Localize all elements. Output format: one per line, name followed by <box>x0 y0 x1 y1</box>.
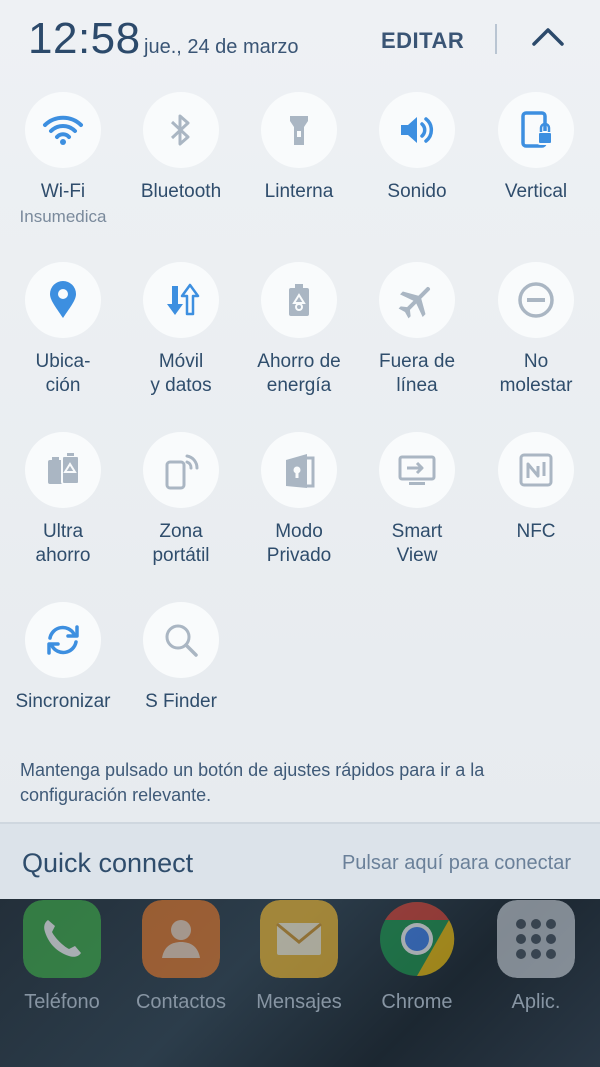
tile-rotation[interactable]: Vertical <box>477 92 595 204</box>
dock-app-label: Contactos <box>135 991 227 1013</box>
dock-app-contacts[interactable]: Contactos <box>122 900 240 1014</box>
tile-label: Bluetooth <box>140 181 222 202</box>
tile-wifi[interactable]: Wi-Fi Insumedica <box>4 92 122 227</box>
tile-label: Linterna <box>264 181 334 202</box>
quick-settings-panel: 12:58 jue., 24 de marzo EDITAR Wi-Fi Ins… <box>0 0 600 822</box>
tile-ultra-power-saving[interactable]: Ultra ahorro <box>4 432 122 568</box>
tile-label: Sonido <box>387 181 447 202</box>
tile-label: Smart View <box>391 521 443 566</box>
phone-icon <box>23 900 101 978</box>
tile-airplane[interactable]: Fuera de línea <box>358 262 476 398</box>
dock-app-label: Aplic. <box>511 991 561 1013</box>
tile-label: Ahorro de energía <box>257 351 341 396</box>
tile-label: Ubica- ción <box>35 351 91 396</box>
tile-bluetooth[interactable]: Bluetooth <box>122 92 240 204</box>
quick-connect-action[interactable]: Pulsar aquí para conectar <box>342 852 571 875</box>
hotspot-icon <box>165 454 199 490</box>
tile-label: Modo Privado <box>266 521 332 566</box>
chrome-icon <box>380 901 455 977</box>
ultra-power-saving-icon <box>48 453 80 485</box>
tile-label: NFC <box>516 521 556 542</box>
mobile-data-icon <box>167 283 200 316</box>
nfc-icon <box>519 453 553 487</box>
collapse-chevron-icon[interactable] <box>528 22 568 54</box>
tile-label: Wi-Fi <box>40 181 86 202</box>
edit-button[interactable]: EDITAR <box>381 28 464 54</box>
do-not-disturb-icon <box>518 282 554 318</box>
tile-smart-view[interactable]: Smart View <box>358 432 476 568</box>
tile-label: Ultra ahorro <box>35 521 91 566</box>
quick-connect-title: Quick connect <box>22 848 194 878</box>
tile-s-finder[interactable]: S Finder <box>122 602 240 714</box>
flashlight-icon <box>290 116 308 145</box>
tile-sound[interactable]: Sonido <box>358 92 476 204</box>
tile-flashlight[interactable]: Linterna <box>240 92 358 204</box>
tile-do-not-disturb[interactable]: No molestar <box>477 262 595 398</box>
apps-icon <box>497 900 575 978</box>
tile-label: Móvil y datos <box>150 351 212 396</box>
wifi-network-name: Insumedica <box>19 207 107 226</box>
tile-hotspot[interactable]: Zona portátil <box>122 432 240 568</box>
tile-power-saving[interactable]: Ahorro de energía <box>240 262 358 398</box>
tile-label: Sincronizar <box>15 691 111 712</box>
clock: 12:58 <box>28 14 141 63</box>
tile-label: Fuera de línea <box>378 351 456 396</box>
date-label: jue., 24 de marzo <box>144 36 299 58</box>
tile-mobile-data[interactable]: Móvil y datos <box>122 262 240 398</box>
contacts-icon <box>142 900 220 978</box>
tile-label: No molestar <box>499 351 573 396</box>
tile-nfc[interactable]: NFC <box>477 432 595 544</box>
tile-label: Zona portátil <box>152 521 210 566</box>
wifi-icon <box>43 115 83 145</box>
dock-app-label: Chrome <box>381 991 453 1013</box>
rotation-lock-icon <box>521 111 553 148</box>
dock-app-messages[interactable]: Mensajes <box>240 900 358 1014</box>
dock-app-label: Mensajes <box>256 991 342 1013</box>
sync-icon <box>47 625 79 655</box>
smart-view-icon <box>398 455 436 485</box>
private-mode-icon <box>286 454 315 488</box>
tile-label: Vertical <box>504 181 568 202</box>
tile-sync[interactable]: Sincronizar <box>4 602 122 714</box>
dock-app-label: Teléfono <box>24 991 100 1013</box>
dock-app-chrome[interactable]: Chrome <box>358 900 476 1014</box>
location-icon <box>50 281 76 318</box>
status-header: 12:58 jue., 24 de marzo EDITAR <box>0 0 600 80</box>
power-saving-icon <box>289 284 309 316</box>
tile-label: S Finder <box>145 691 217 712</box>
airplane-icon <box>398 286 431 319</box>
header-divider <box>495 24 497 54</box>
bluetooth-icon <box>170 114 190 146</box>
sound-icon <box>401 117 434 143</box>
tile-location[interactable]: Ubica- ción <box>4 262 122 398</box>
quick-connect-bar[interactable]: Quick connect Pulsar aquí para conectar <box>0 822 600 901</box>
tile-private-mode[interactable]: Modo Privado <box>240 432 358 568</box>
messages-icon <box>260 900 338 978</box>
quick-settings-hint: Mantenga pulsado un botón de ajustes ráp… <box>20 760 485 805</box>
dock-app-phone[interactable]: Teléfono <box>3 900 121 1014</box>
dock-app-apps[interactable]: Aplic. <box>477 900 595 1014</box>
search-icon <box>165 624 198 657</box>
